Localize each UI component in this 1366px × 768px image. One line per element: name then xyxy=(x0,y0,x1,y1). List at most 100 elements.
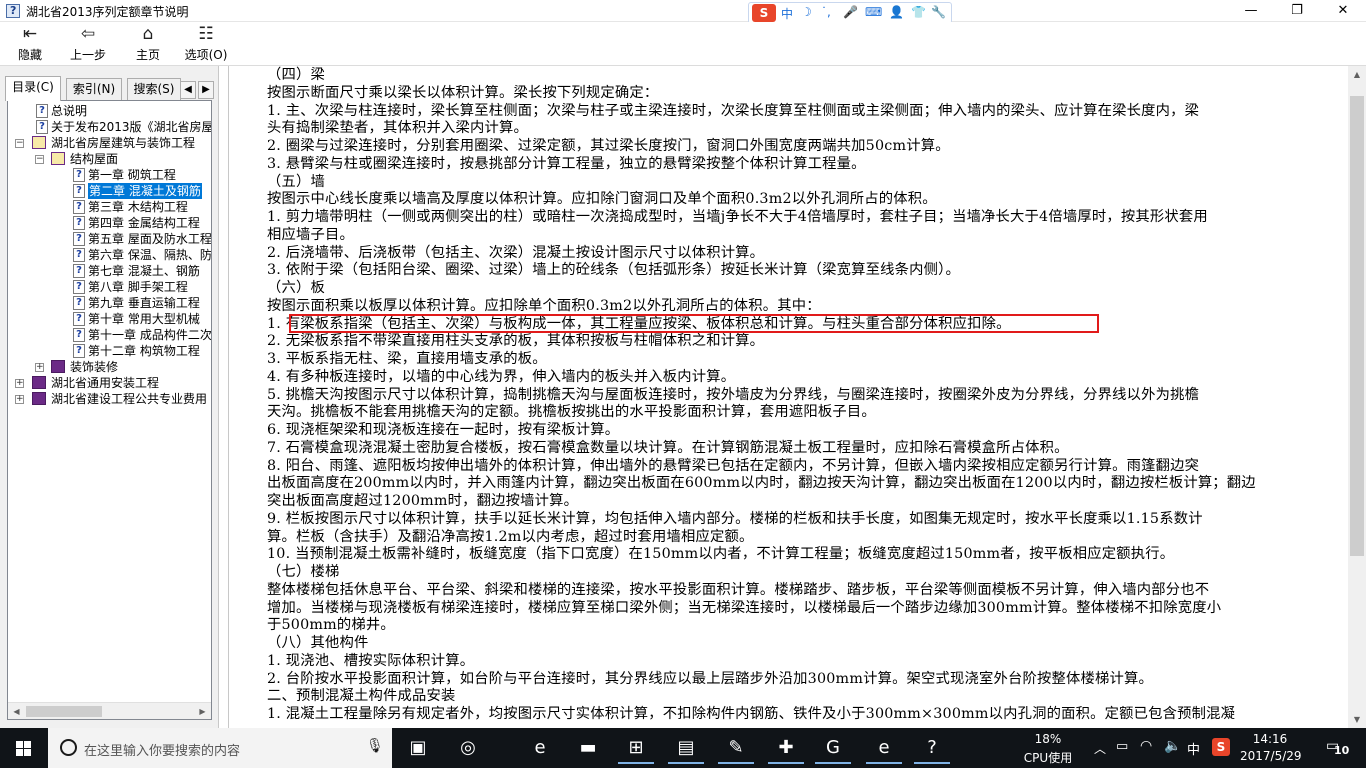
expand-icon[interactable]: + xyxy=(15,395,24,404)
ime-halfwidth-icon[interactable]: ☽ xyxy=(801,5,812,19)
expand-icon[interactable]: + xyxy=(15,379,24,388)
home-label: 主页 xyxy=(135,48,160,62)
options-button[interactable]: ☷ 选项(O) xyxy=(182,24,230,64)
tree-item-label: 第二章 混凝土及钢筋 xyxy=(88,183,202,199)
closed-book-icon xyxy=(32,376,46,389)
content-vertical-scrollbar[interactable]: ▲ ▼ xyxy=(1348,66,1366,728)
scroll-down-icon[interactable]: ▼ xyxy=(1348,711,1366,728)
content-line: 4. 有多种板连接时，以墙的中心线为界，伸入墙内的板头并入板内计算。 xyxy=(267,368,736,385)
clock-time: 14:16 xyxy=(1252,732,1288,746)
scroll-left-icon[interactable]: ◀ xyxy=(8,703,25,719)
ime-voice-icon[interactable]: 🎤 xyxy=(843,5,858,19)
home-icon: ⌂ xyxy=(142,24,154,44)
content-line: 相应墙子目。 xyxy=(267,226,354,243)
content-line: （八）其他构件 xyxy=(267,635,369,651)
help-topic-icon: ? xyxy=(73,344,85,358)
hide-button[interactable]: ⇤ 隐藏 xyxy=(10,24,50,64)
windows-logo-icon xyxy=(16,741,32,756)
scroll-right-icon[interactable]: ▶ xyxy=(194,703,211,719)
wifi-icon[interactable]: ◠ xyxy=(1140,738,1152,754)
ime-mode-chinese[interactable]: 中 xyxy=(781,5,793,22)
sogou-icon[interactable]: G xyxy=(815,732,851,764)
minimize-button[interactable]: — xyxy=(1228,0,1274,22)
topic-content: （四）梁 按图示断面尺寸乘以梁长以体积计算。梁长按下列规定确定： 1. 主、次梁与柱… xyxy=(228,66,1348,728)
add-app-icon[interactable]: ✚ xyxy=(768,732,804,764)
taskbar-search-input[interactable]: 在这里输入你要搜索的内容 🎙 xyxy=(48,728,392,768)
ime-keyboard-icon[interactable]: ⌨ xyxy=(865,5,882,19)
collapse-icon[interactable]: − xyxy=(35,155,44,164)
sogou-ime-logo-icon[interactable]: S xyxy=(752,4,776,22)
content-line: 3. 悬臂梁与柱或圈梁连接时，按悬挑部分计算工程量，独立的悬臂梁按整个体积计算工… xyxy=(267,155,866,172)
maximize-button[interactable]: ❐ xyxy=(1274,0,1320,22)
help-topic-icon: ? xyxy=(73,328,85,342)
tab-index[interactable]: 索引(N) xyxy=(66,78,122,100)
content-line: 于500mm的梯井。 xyxy=(267,617,395,634)
scroll-up-icon[interactable]: ▲ xyxy=(1348,66,1366,83)
content-line: （六）板 xyxy=(267,280,325,296)
tab-contents[interactable]: 目录(C) xyxy=(5,76,61,101)
ime-indicator[interactable]: 中 xyxy=(1187,739,1200,758)
notes-app-icon[interactable]: ✎ xyxy=(718,732,754,764)
tab-search[interactable]: 搜索(S) xyxy=(127,78,181,100)
content-line: （四）梁 xyxy=(267,67,325,83)
task-view-icon[interactable]: ▣ xyxy=(400,732,436,764)
content-line: 1. 混凝土工程量除另有规定者外，均按图示尺寸实体积计算，不扣除构件内钢筋、铁件… xyxy=(267,706,1236,722)
content-line: 10. 当预制混凝土板需补缝时，板缝宽度（指下口宽度）在150mm以内者，不计算… xyxy=(267,546,1175,563)
expand-icon[interactable]: + xyxy=(35,363,44,372)
help-file-icon[interactable]: ? xyxy=(914,732,950,764)
back-button[interactable]: ⇦ 上一步 xyxy=(66,24,110,64)
content-line: 8. 阳台、雨篷、遮阳板均按伸出墙外的体积计算，伸出墙外的悬臂梁已包括在定额内，… xyxy=(267,457,1200,474)
contents-tree[interactable]: ? 总说明 ? 关于发布2013版《湖北省房屋 − 湖北省房屋建筑与装饰工程 −… xyxy=(7,100,212,720)
volume-icon[interactable]: 🔈 xyxy=(1164,738,1181,754)
content-line: 2. 圈梁与过梁连接时，分别套用圈梁、过梁定额，其过梁长度按门，窗洞口外围宽度两… xyxy=(267,138,950,154)
back-label: 上一步 xyxy=(69,48,106,62)
scrollbar-thumb[interactable] xyxy=(1350,96,1364,556)
help-topic-icon: ? xyxy=(73,296,85,310)
network-icon[interactable]: ▭ xyxy=(1116,739,1128,754)
clock-date: 2017/5/29 xyxy=(1240,749,1302,763)
edge-icon[interactable]: e xyxy=(522,732,558,764)
ime-user-icon[interactable]: 👤 xyxy=(889,5,904,19)
navigation-pane: 目录(C) 索引(N) 搜索(S) ◀ ▶ ? 总说明 ? 关于发布2013版《… xyxy=(0,66,219,728)
tree-item-label: 湖北省建设工程公共专业费用 xyxy=(51,392,208,406)
close-button[interactable]: ✕ xyxy=(1320,0,1366,22)
options-label: 选项(O) xyxy=(184,48,228,62)
store-icon[interactable]: ⊞ xyxy=(618,732,654,764)
tree-horizontal-scrollbar[interactable]: ◀ ▶ xyxy=(8,702,211,719)
ime-toolbar[interactable]: S 中 ☽ ˙, 🎤 ⌨ 👤 👕 🔧 xyxy=(748,2,952,24)
tree-item-label: 湖北省通用安装工程 xyxy=(51,376,160,390)
microphone-icon[interactable]: 🎙 xyxy=(366,738,384,754)
tree-item-label: 湖北省房屋建筑与装饰工程 xyxy=(51,136,196,150)
help-topic-icon: ? xyxy=(73,312,85,326)
open-book-icon xyxy=(51,152,65,165)
tab-scroll-right-icon[interactable]: ▶ xyxy=(198,81,214,99)
file-explorer-icon[interactable]: ▬ xyxy=(570,732,606,764)
collapse-icon[interactable]: − xyxy=(15,139,24,148)
content-line: 2. 后浇墙带、后浇板带（包括主、次梁）混凝土按设计图示尺寸以体积计算。 xyxy=(267,244,765,261)
content-line: 6. 现浇框架梁和现浇板连接在一起时，按有梁板计算。 xyxy=(267,422,620,438)
help-topic-icon: ? xyxy=(73,264,85,278)
ime-punctuation-icon[interactable]: ˙, xyxy=(821,5,831,19)
start-button[interactable] xyxy=(0,728,48,768)
tree-item-label: 第七章 混凝土、钢筋 xyxy=(88,264,200,278)
clock[interactable]: 14:16 2017/5/29 xyxy=(1240,728,1302,768)
options-icon: ☷ xyxy=(198,24,214,44)
ie-icon[interactable]: e xyxy=(866,732,902,764)
tab-scroll-left-icon[interactable]: ◀ xyxy=(180,81,196,99)
action-center-button[interactable]: ▭ 10 xyxy=(1324,738,1349,758)
sogou-browser-icon[interactable]: ◎ xyxy=(450,732,486,764)
tree-item-label: 第八章 脚手架工程 xyxy=(88,280,188,294)
help-topic-icon: ? xyxy=(73,280,85,294)
show-hidden-icons-chevron-up-icon[interactable]: ︿ xyxy=(1094,740,1106,757)
scrollbar-thumb[interactable] xyxy=(26,706,102,717)
content-line: 按图示面积乘以板厚以体积计算。应扣除单个面积0.3m2以外孔洞所占的体积。其中： xyxy=(267,297,821,314)
help-topic-icon: ? xyxy=(73,232,85,246)
ime-skin-icon[interactable]: 👕 xyxy=(911,5,926,19)
help-app-icon xyxy=(6,4,20,18)
ime-tools-icon[interactable]: 🔧 xyxy=(931,5,946,19)
content-line: 5. 挑檐天沟按图示尺寸以体积计算，捣制挑檐天沟与屋面板连接时，按外墙皮为分界线… xyxy=(267,386,1200,403)
content-line: 3. 依附于梁（包括阳台梁、圈梁、过梁）墙上的砼线条（包括弧形条）按延长米计算（… xyxy=(267,262,960,279)
calendar-app-icon[interactable]: ▤ xyxy=(668,732,704,764)
sogou-tray-icon[interactable]: S xyxy=(1212,738,1230,756)
home-button[interactable]: ⌂ 主页 xyxy=(128,24,168,64)
